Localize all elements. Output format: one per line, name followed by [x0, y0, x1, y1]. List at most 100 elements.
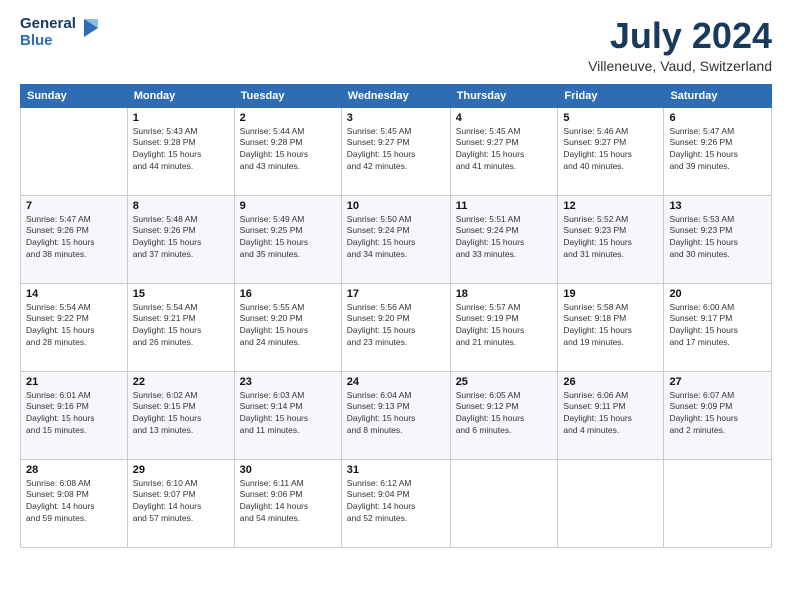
col-monday: Monday — [127, 84, 234, 107]
day-number: 21 — [26, 376, 122, 388]
day-info: Sunrise: 6:06 AM Sunset: 9:11 PM Dayligh… — [563, 390, 658, 438]
day-number: 13 — [669, 200, 766, 212]
day-number: 19 — [563, 288, 658, 300]
day-number: 25 — [456, 376, 553, 388]
day-info: Sunrise: 6:05 AM Sunset: 9:12 PM Dayligh… — [456, 390, 553, 438]
day-number: 12 — [563, 200, 658, 212]
day-info: Sunrise: 5:53 AM Sunset: 9:23 PM Dayligh… — [669, 214, 766, 262]
day-number: 10 — [347, 200, 445, 212]
day-info: Sunrise: 5:43 AM Sunset: 9:28 PM Dayligh… — [133, 126, 229, 174]
calendar-week-row: 14 Sunrise: 5:54 AM Sunset: 9:22 PM Dayli… — [21, 283, 772, 371]
table-row — [21, 107, 128, 195]
calendar-header-row: Sunday Monday Tuesday Wednesday Thursday… — [21, 84, 772, 107]
day-info: Sunrise: 5:58 AM Sunset: 9:18 PM Dayligh… — [563, 302, 658, 350]
day-number: 2 — [240, 112, 336, 124]
day-info: Sunrise: 6:08 AM Sunset: 9:08 PM Dayligh… — [26, 478, 122, 526]
table-row: 15 Sunrise: 5:54 AM Sunset: 9:21 PM Dayli… — [127, 283, 234, 371]
day-info: Sunrise: 5:51 AM Sunset: 9:24 PM Dayligh… — [456, 214, 553, 262]
day-info: Sunrise: 6:12 AM Sunset: 9:04 PM Dayligh… — [347, 478, 445, 526]
table-row — [664, 459, 772, 547]
table-row: 12 Sunrise: 5:52 AM Sunset: 9:23 PM Dayli… — [558, 195, 664, 283]
table-row: 25 Sunrise: 6:05 AM Sunset: 9:12 PM Dayli… — [450, 371, 558, 459]
day-info: Sunrise: 5:49 AM Sunset: 9:25 PM Dayligh… — [240, 214, 336, 262]
day-number: 28 — [26, 464, 122, 476]
day-number: 4 — [456, 112, 553, 124]
table-row: 21 Sunrise: 6:01 AM Sunset: 9:16 PM Dayli… — [21, 371, 128, 459]
table-row: 8 Sunrise: 5:48 AM Sunset: 9:26 PM Daylig… — [127, 195, 234, 283]
day-info: Sunrise: 5:57 AM Sunset: 9:19 PM Dayligh… — [456, 302, 553, 350]
calendar: Sunday Monday Tuesday Wednesday Thursday… — [20, 84, 772, 548]
col-tuesday: Tuesday — [234, 84, 341, 107]
header: General Blue July 2024 Villeneuve, Vaud,… — [20, 16, 772, 74]
day-info: Sunrise: 5:54 AM Sunset: 9:22 PM Dayligh… — [26, 302, 122, 350]
day-info: Sunrise: 5:55 AM Sunset: 9:20 PM Dayligh… — [240, 302, 336, 350]
day-number: 6 — [669, 112, 766, 124]
table-row: 3Sunrise: 5:45 AM Sunset: 9:27 PM Daylig… — [341, 107, 450, 195]
day-number: 20 — [669, 288, 766, 300]
table-row: 4Sunrise: 5:45 AM Sunset: 9:27 PM Daylig… — [450, 107, 558, 195]
day-number: 31 — [347, 464, 445, 476]
table-row: 6 Sunrise: 5:47 AM Sunset: 9:26 PM Daylig… — [664, 107, 772, 195]
table-row: 28 Sunrise: 6:08 AM Sunset: 9:08 PM Dayli… — [21, 459, 128, 547]
calendar-week-row: 28 Sunrise: 6:08 AM Sunset: 9:08 PM Dayli… — [21, 459, 772, 547]
col-saturday: Saturday — [664, 84, 772, 107]
table-row: 19 Sunrise: 5:58 AM Sunset: 9:18 PM Dayli… — [558, 283, 664, 371]
col-sunday: Sunday — [21, 84, 128, 107]
table-row: 27Sunrise: 6:07 AM Sunset: 9:09 PM Dayli… — [664, 371, 772, 459]
day-info: Sunrise: 5:46 AM Sunset: 9:27 PM Dayligh… — [563, 126, 658, 174]
day-number: 26 — [563, 376, 658, 388]
table-row: 24Sunrise: 6:04 AM Sunset: 9:13 PM Dayli… — [341, 371, 450, 459]
day-info: Sunrise: 6:01 AM Sunset: 9:16 PM Dayligh… — [26, 390, 122, 438]
day-number: 27 — [669, 376, 766, 388]
month-title: July 2024 — [588, 16, 772, 56]
day-info: Sunrise: 5:56 AM Sunset: 9:20 PM Dayligh… — [347, 302, 445, 350]
table-row: 13 Sunrise: 5:53 AM Sunset: 9:23 PM Dayli… — [664, 195, 772, 283]
day-number: 11 — [456, 200, 553, 212]
day-info: Sunrise: 6:00 AM Sunset: 9:17 PM Dayligh… — [669, 302, 766, 350]
calendar-week-row: 7 Sunrise: 5:47 AM Sunset: 9:26 PM Daylig… — [21, 195, 772, 283]
table-row — [558, 459, 664, 547]
day-info: Sunrise: 5:47 AM Sunset: 9:26 PM Dayligh… — [669, 126, 766, 174]
col-wednesday: Wednesday — [341, 84, 450, 107]
table-row: 1 Sunrise: 5:43 AM Sunset: 9:28 PM Daylig… — [127, 107, 234, 195]
table-row: 18Sunrise: 5:57 AM Sunset: 9:19 PM Dayli… — [450, 283, 558, 371]
day-number: 8 — [133, 200, 229, 212]
table-row: 16 Sunrise: 5:55 AM Sunset: 9:20 PM Dayli… — [234, 283, 341, 371]
calendar-week-row: 1 Sunrise: 5:43 AM Sunset: 9:28 PM Daylig… — [21, 107, 772, 195]
day-number: 1 — [133, 112, 229, 124]
day-info: Sunrise: 5:52 AM Sunset: 9:23 PM Dayligh… — [563, 214, 658, 262]
day-info: Sunrise: 6:10 AM Sunset: 9:07 PM Dayligh… — [133, 478, 229, 526]
day-info: Sunrise: 5:45 AM Sunset: 9:27 PM Dayligh… — [347, 126, 445, 174]
day-info: Sunrise: 5:48 AM Sunset: 9:26 PM Dayligh… — [133, 214, 229, 262]
day-number: 17 — [347, 288, 445, 300]
day-number: 30 — [240, 464, 336, 476]
table-row: 17 Sunrise: 5:56 AM Sunset: 9:20 PM Dayli… — [341, 283, 450, 371]
table-row: 11 Sunrise: 5:51 AM Sunset: 9:24 PM Dayli… — [450, 195, 558, 283]
day-info: Sunrise: 5:47 AM Sunset: 9:26 PM Dayligh… — [26, 214, 122, 262]
day-number: 16 — [240, 288, 336, 300]
col-thursday: Thursday — [450, 84, 558, 107]
table-row: 30Sunrise: 6:11 AM Sunset: 9:06 PM Dayli… — [234, 459, 341, 547]
day-number: 24 — [347, 376, 445, 388]
day-number: 9 — [240, 200, 336, 212]
day-info: Sunrise: 5:50 AM Sunset: 9:24 PM Dayligh… — [347, 214, 445, 262]
table-row: 23Sunrise: 6:03 AM Sunset: 9:14 PM Dayli… — [234, 371, 341, 459]
day-number: 14 — [26, 288, 122, 300]
table-row: 5 Sunrise: 5:46 AM Sunset: 9:27 PM Daylig… — [558, 107, 664, 195]
day-info: Sunrise: 6:02 AM Sunset: 9:15 PM Dayligh… — [133, 390, 229, 438]
table-row: 22Sunrise: 6:02 AM Sunset: 9:15 PM Dayli… — [127, 371, 234, 459]
table-row: 31 Sunrise: 6:12 AM Sunset: 9:04 PM Dayli… — [341, 459, 450, 547]
col-friday: Friday — [558, 84, 664, 107]
table-row: 29Sunrise: 6:10 AM Sunset: 9:07 PM Dayli… — [127, 459, 234, 547]
day-info: Sunrise: 5:54 AM Sunset: 9:21 PM Dayligh… — [133, 302, 229, 350]
day-number: 15 — [133, 288, 229, 300]
table-row: 14 Sunrise: 5:54 AM Sunset: 9:22 PM Dayli… — [21, 283, 128, 371]
table-row: 10 Sunrise: 5:50 AM Sunset: 9:24 PM Dayli… — [341, 195, 450, 283]
table-row: 9 Sunrise: 5:49 AM Sunset: 9:25 PM Daylig… — [234, 195, 341, 283]
logo: General Blue — [20, 16, 100, 49]
day-number: 5 — [563, 112, 658, 124]
location: Villeneuve, Vaud, Switzerland — [588, 58, 772, 74]
table-row: 26 Sunrise: 6:06 AM Sunset: 9:11 PM Dayli… — [558, 371, 664, 459]
day-number: 7 — [26, 200, 122, 212]
day-number: 23 — [240, 376, 336, 388]
